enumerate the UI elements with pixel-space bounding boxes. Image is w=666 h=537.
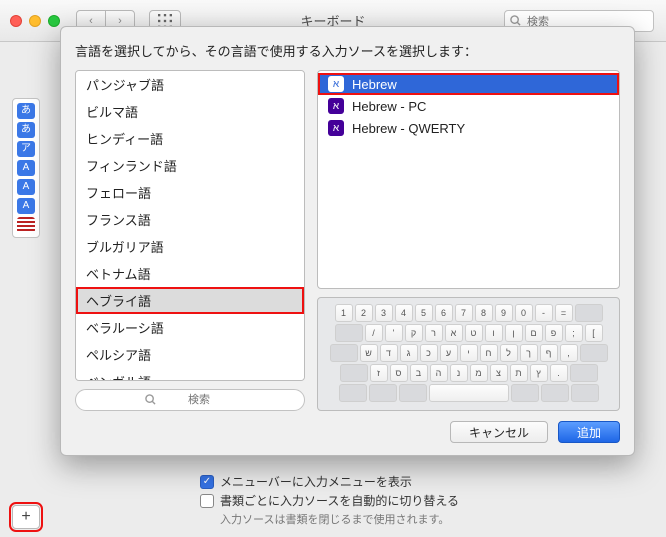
keyboard-key: כ — [420, 344, 438, 362]
language-item[interactable]: フェロー語 — [76, 179, 304, 206]
keyboard-key: מ — [470, 364, 488, 382]
keyboard-key: , — [560, 344, 578, 362]
per-doc-label: 書類ごとに入力ソースを自動的に切り替える — [220, 492, 459, 509]
cancel-button[interactable]: キャンセル — [450, 421, 548, 443]
keyboard-key: 3 — [375, 304, 393, 322]
keyboard-key: / — [365, 324, 383, 342]
keyboard-key: 2 — [355, 304, 373, 322]
zoom-icon[interactable] — [48, 15, 60, 27]
close-icon[interactable] — [10, 15, 22, 27]
keyboard-key: ת — [510, 364, 528, 382]
keyboard-key: ך — [520, 344, 538, 362]
keyboard-key: ז — [370, 364, 388, 382]
us-flag-icon — [17, 217, 35, 233]
keyboard-key: ה — [430, 364, 448, 382]
keyboard-key: ; — [565, 324, 583, 342]
language-item[interactable]: ヘブライ語 — [76, 287, 304, 314]
language-item[interactable]: ブルガリア語 — [76, 233, 304, 260]
search-icon — [145, 394, 156, 405]
menu-bar-checkbox[interactable]: ✓ — [200, 475, 214, 489]
source-item[interactable]: א Hebrew - QWERTY — [318, 117, 619, 139]
source-item[interactable]: א Hebrew — [318, 73, 619, 95]
keyboard-key: צ — [490, 364, 508, 382]
keyboard-key: ק — [405, 324, 423, 342]
keyboard-key: ץ — [530, 364, 548, 382]
keyboard-key: 9 — [495, 304, 513, 322]
source-label: Hebrew - QWERTY — [352, 121, 465, 136]
source-badge: A — [17, 198, 35, 214]
keyboard-key: ' — [385, 324, 403, 342]
keyboard-key: ו — [485, 324, 503, 342]
keyboard-key: ף — [540, 344, 558, 362]
language-item[interactable]: ベトナム語 — [76, 260, 304, 287]
keyboard-key: = — [555, 304, 573, 322]
keyboard-key: 6 — [435, 304, 453, 322]
traffic-lights — [10, 15, 60, 27]
sheet-buttons: キャンセル 追加 — [75, 421, 620, 443]
source-label: Hebrew — [352, 77, 397, 92]
keyboard-key: 8 — [475, 304, 493, 322]
bottom-options: ✓ メニューバーに入力メニューを表示 書類ごとに入力ソースを自動的に切り替える … — [200, 473, 646, 527]
source-badge: A — [17, 160, 35, 176]
source-badge: ア — [17, 141, 35, 157]
language-item[interactable]: フランス語 — [76, 206, 304, 233]
keyboard-key: ג — [400, 344, 418, 362]
source-badge: あ — [17, 122, 35, 138]
keyboard-key: ל — [500, 344, 518, 362]
keyboard-preview: 1234567890-= /'קראטוןםפ;[ שדגכעיחלךף, זסבהנ… — [317, 297, 620, 411]
language-search-input[interactable] — [75, 389, 305, 411]
keyboard-key: ש — [360, 344, 378, 362]
keyboard-key: ר — [425, 324, 443, 342]
language-item[interactable]: ベラルーシ語 — [76, 314, 304, 341]
hebrew-icon: א — [328, 98, 344, 114]
keyboard-key: ע — [440, 344, 458, 362]
language-item[interactable]: ベンガル語 — [76, 368, 304, 381]
keyboard-key: 7 — [455, 304, 473, 322]
keyboard-key: . — [550, 364, 568, 382]
source-item[interactable]: א Hebrew - PC — [318, 95, 619, 117]
hebrew-icon: א — [328, 120, 344, 136]
keyboard-key: א — [445, 324, 463, 342]
source-badge: A — [17, 179, 35, 195]
language-item[interactable]: パンジャブ語 — [76, 71, 304, 98]
minimize-icon[interactable] — [29, 15, 41, 27]
add-source-button[interactable]: + — [12, 505, 40, 529]
keyboard-key: ח — [480, 344, 498, 362]
hebrew-icon: א — [328, 76, 344, 92]
keyboard-key: 0 — [515, 304, 533, 322]
keyboard-key: ן — [505, 324, 523, 342]
keyboard-key: י — [460, 344, 478, 362]
menu-bar-label: メニューバーに入力メニューを表示 — [220, 473, 412, 490]
sheet-prompt: 言語を選択してから、その言語で使用する入力ソースを選択します： — [75, 41, 620, 60]
add-button[interactable]: 追加 — [558, 421, 620, 443]
language-item[interactable]: ビルマ語 — [76, 98, 304, 125]
source-badge: あ — [17, 103, 35, 119]
per-doc-hint: 入力ソースは書類を閉じるまで使用されます。 — [220, 511, 646, 527]
language-list[interactable]: パンジャブ語ビルマ語ヒンディー語フィンランド語フェロー語フランス語ブルガリア語ベ… — [75, 70, 305, 381]
keyboard-key: פ — [545, 324, 563, 342]
keyboard-key: ם — [525, 324, 543, 342]
keyboard-key: ד — [380, 344, 398, 362]
keyboard-key: [ — [585, 324, 603, 342]
source-list[interactable]: א Hebrew א Hebrew - PC א Hebrew - QWERTY — [317, 70, 620, 289]
language-item[interactable]: フィンランド語 — [76, 152, 304, 179]
keyboard-key: ט — [465, 324, 483, 342]
language-item[interactable]: ヒンディー語 — [76, 125, 304, 152]
keyboard-key: 5 — [415, 304, 433, 322]
source-label: Hebrew - PC — [352, 99, 426, 114]
input-sources-sidebar: あ あ ア A A A — [12, 98, 40, 238]
keyboard-key: ב — [410, 364, 428, 382]
keyboard-key: - — [535, 304, 553, 322]
keyboard-key: נ — [450, 364, 468, 382]
language-search — [75, 389, 305, 411]
per-doc-checkbox[interactable] — [200, 494, 214, 508]
keyboard-key: 4 — [395, 304, 413, 322]
search-icon — [510, 15, 521, 26]
add-source-sheet: 言語を選択してから、その言語で使用する入力ソースを選択します： パンジャブ語ビル… — [60, 26, 635, 456]
keyboard-key: 1 — [335, 304, 353, 322]
keyboard-key: ס — [390, 364, 408, 382]
language-item[interactable]: ペルシア語 — [76, 341, 304, 368]
